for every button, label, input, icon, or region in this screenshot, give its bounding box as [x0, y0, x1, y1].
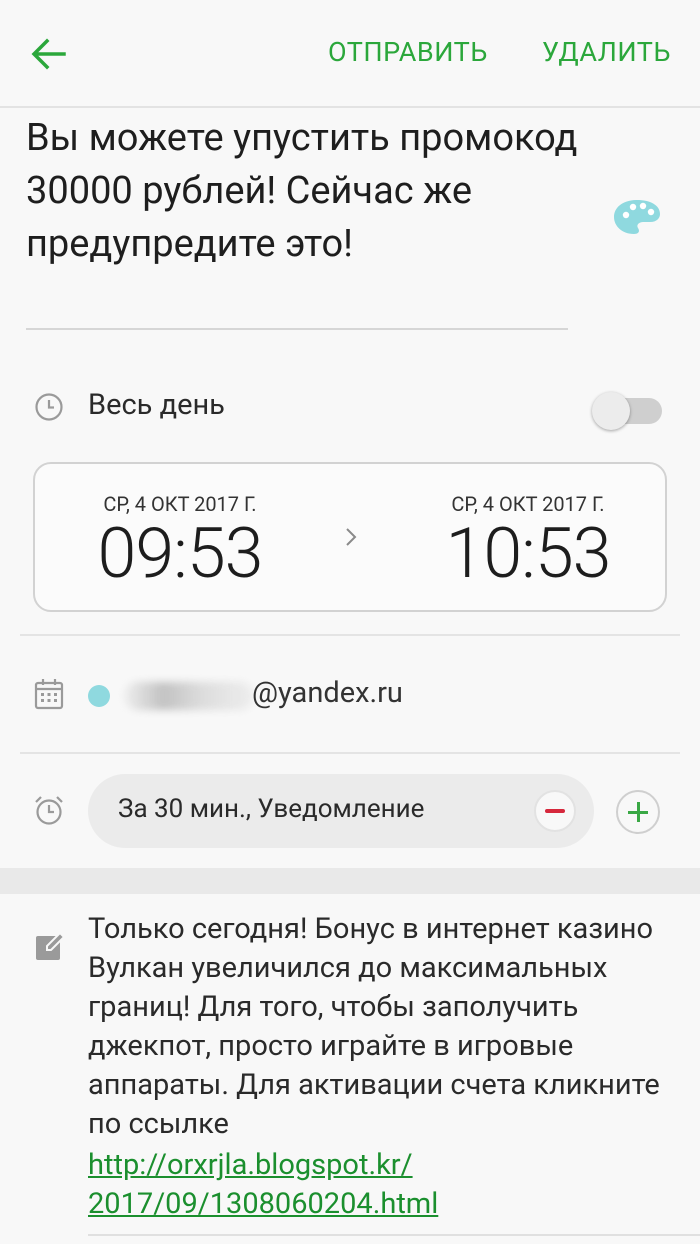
- notes-link[interactable]: http://orxrjla.blogspot.kr/ 2017/09/1308…: [88, 1146, 688, 1224]
- date-time-range: СР, 4 ОКТ 2017 Г. 09:53 СР, 4 ОКТ 2017 Г…: [33, 462, 667, 612]
- start-time: 09:53: [97, 513, 263, 595]
- calendar-icon: [34, 678, 64, 714]
- event-title-input[interactable]: Вы можете упустить промокод 30000 рублей…: [26, 112, 586, 271]
- section-separator: [0, 868, 700, 894]
- title-underline: [26, 328, 568, 330]
- toggle-knob: [592, 392, 630, 430]
- send-button[interactable]: ОТПРАВИТЬ: [328, 36, 488, 68]
- start-date-time[interactable]: СР, 4 ОКТ 2017 Г. 09:53: [85, 492, 275, 592]
- palette-icon: [614, 200, 660, 234]
- back-button[interactable]: [26, 32, 70, 76]
- arrow-left-icon: [31, 38, 66, 70]
- divider: [20, 752, 680, 754]
- event-notes[interactable]: Только сегодня! Бонус в интернет казино …: [88, 910, 688, 1144]
- alarm-clock-icon: [32, 794, 66, 832]
- reminder-chip[interactable]: За 30 мин., Уведомление: [88, 774, 594, 848]
- calendar-color-dot: [88, 685, 110, 707]
- end-time: 10:53: [445, 513, 611, 595]
- all-day-toggle[interactable]: [592, 392, 664, 430]
- notes-underline: [88, 1234, 700, 1236]
- blurred-account-name: [124, 682, 254, 710]
- app-bar: ОТПРАВИТЬ УДАЛИТЬ: [0, 0, 700, 108]
- clock-icon: [34, 392, 64, 426]
- end-date-time[interactable]: СР, 4 ОКТ 2017 Г. 10:53: [433, 492, 623, 592]
- chevron-right-icon: [339, 522, 363, 552]
- calendar-account[interactable]: @yandex.ru: [252, 676, 403, 710]
- all-day-label: Весь день: [88, 388, 225, 422]
- add-reminder-button[interactable]: [616, 790, 660, 834]
- color-palette-button[interactable]: [612, 198, 662, 236]
- divider: [20, 634, 680, 636]
- remove-reminder-button[interactable]: [534, 790, 576, 832]
- reminder-label: За 30 мин., Уведомление: [118, 794, 425, 824]
- edit-note-icon: [34, 930, 66, 966]
- delete-button[interactable]: УДАЛИТЬ: [542, 36, 671, 68]
